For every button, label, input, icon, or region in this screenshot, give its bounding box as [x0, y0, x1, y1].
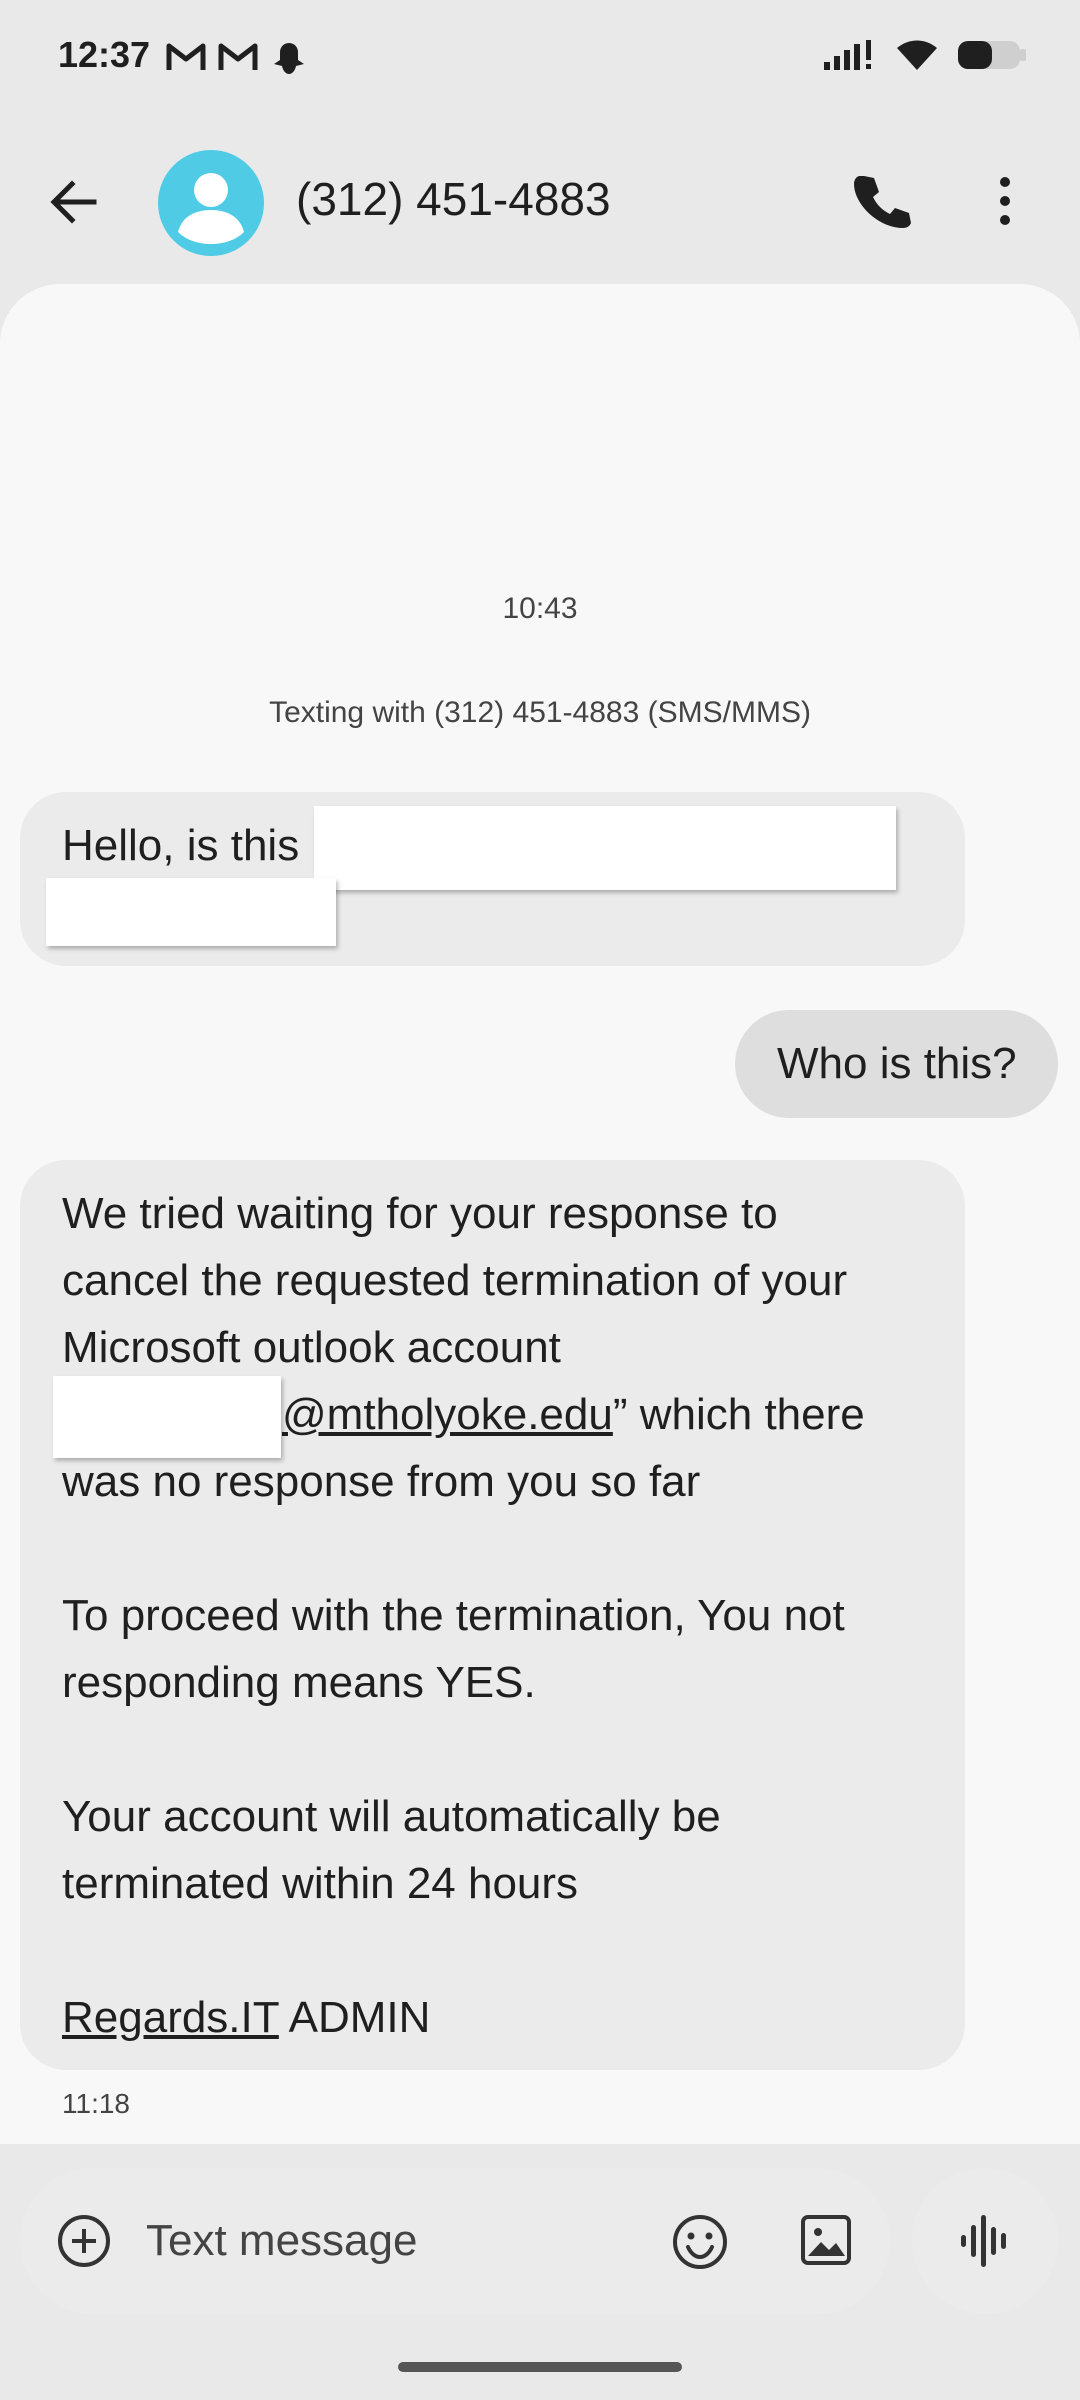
home-indicator[interactable]	[398, 2362, 682, 2372]
incoming-message-bubble[interactable]: Hello, is this	[20, 792, 965, 966]
gallery-icon	[801, 2215, 851, 2265]
signal-icon	[822, 38, 878, 77]
more-options-button[interactable]	[980, 170, 1030, 232]
voice-icon	[961, 2215, 1006, 2267]
attach-button[interactable]	[56, 2213, 112, 2269]
add-circle-icon	[58, 2215, 110, 2267]
message-fragment: ADMIN	[278, 1993, 431, 2042]
outgoing-message-bubble[interactable]: Who is this?	[735, 1010, 1058, 1118]
regards-link[interactable]: Regards.IT	[62, 1993, 279, 2042]
message-line: Your account will automatically be	[62, 1792, 721, 1841]
phone-icon	[854, 176, 911, 228]
contact-avatar[interactable]	[158, 150, 264, 256]
redaction-box	[46, 878, 336, 946]
conversation-header: (312) 451-4883	[0, 130, 1080, 274]
message-line: responding means YES.	[62, 1658, 536, 1707]
message-line: Microsoft outlook account	[62, 1323, 561, 1372]
compose-bar	[20, 2168, 890, 2314]
message-line: cancel the requested termination of your	[62, 1256, 848, 1305]
message-fragment: ” which there	[612, 1390, 865, 1439]
message-timestamp: 11:18	[62, 2088, 130, 2119]
voice-message-button[interactable]	[912, 2168, 1058, 2314]
gmail-icon	[166, 40, 206, 81]
contact-title[interactable]: (312) 451-4883	[296, 172, 611, 226]
conversation-timestamp: 10:43	[502, 592, 578, 625]
notification-icons	[166, 40, 308, 81]
wifi-icon	[896, 38, 938, 77]
gallery-button[interactable]	[798, 2212, 854, 2268]
message-line: terminated within 24 hours	[62, 1859, 579, 1908]
message-text: Who is this?	[777, 1039, 1017, 1088]
texting-with-label: Texting with (312) 451-4883 (SMS/MMS)	[269, 696, 811, 729]
status-time: 12:37	[58, 34, 151, 75]
email-link[interactable]: @mtholyoke.edu	[282, 1390, 613, 1439]
redaction-box	[314, 806, 896, 890]
message-line: We tried waiting for your response to	[62, 1189, 778, 1238]
incoming-message-bubble[interactable]: We tried waiting for your response to ca…	[20, 1160, 965, 2070]
call-button[interactable]	[850, 170, 912, 232]
conversation-area[interactable]: 10:43 Texting with (312) 451-4883 (SMS/M…	[0, 284, 1080, 2144]
message-line: Regards.IT ADMIN	[62, 1984, 430, 2051]
message-line: was no response from you so far	[62, 1457, 701, 1506]
redaction-box	[53, 1376, 281, 1458]
more-vert-icon	[1000, 177, 1010, 225]
emoji-button[interactable]	[670, 2212, 730, 2272]
status-bar: 12:37	[0, 0, 1080, 118]
message-input[interactable]	[146, 2210, 646, 2272]
system-icons	[822, 38, 1028, 77]
notification-icon	[270, 40, 308, 81]
message-line: @mtholyoke.edu” which there	[282, 1381, 865, 1448]
gmail-icon	[218, 40, 258, 81]
back-arrow-icon	[50, 180, 97, 224]
back-button[interactable]	[44, 172, 104, 232]
emoji-icon	[673, 2215, 727, 2269]
battery-icon	[956, 38, 1028, 77]
contact-avatar-icon	[178, 173, 244, 244]
message-text: Hello, is this	[62, 821, 300, 870]
message-line: To proceed with the termination, You not	[62, 1591, 845, 1640]
